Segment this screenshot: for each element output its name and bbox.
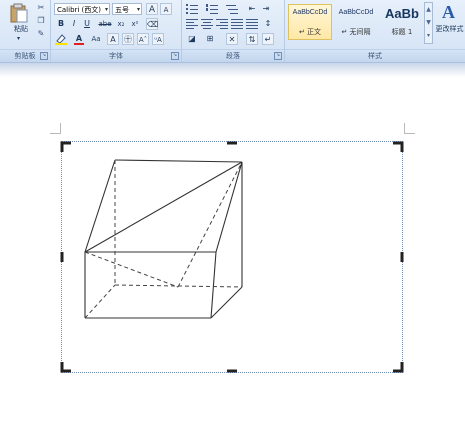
edge-solid xyxy=(84,159,116,253)
edge-hidden xyxy=(84,284,116,319)
edge-solid xyxy=(210,286,243,319)
edge-hidden xyxy=(84,251,179,288)
geometry-figure xyxy=(84,159,243,319)
edge-solid xyxy=(114,159,243,163)
edge-solid xyxy=(215,161,243,253)
edge-solid xyxy=(84,161,243,253)
edge-solid xyxy=(210,251,217,319)
